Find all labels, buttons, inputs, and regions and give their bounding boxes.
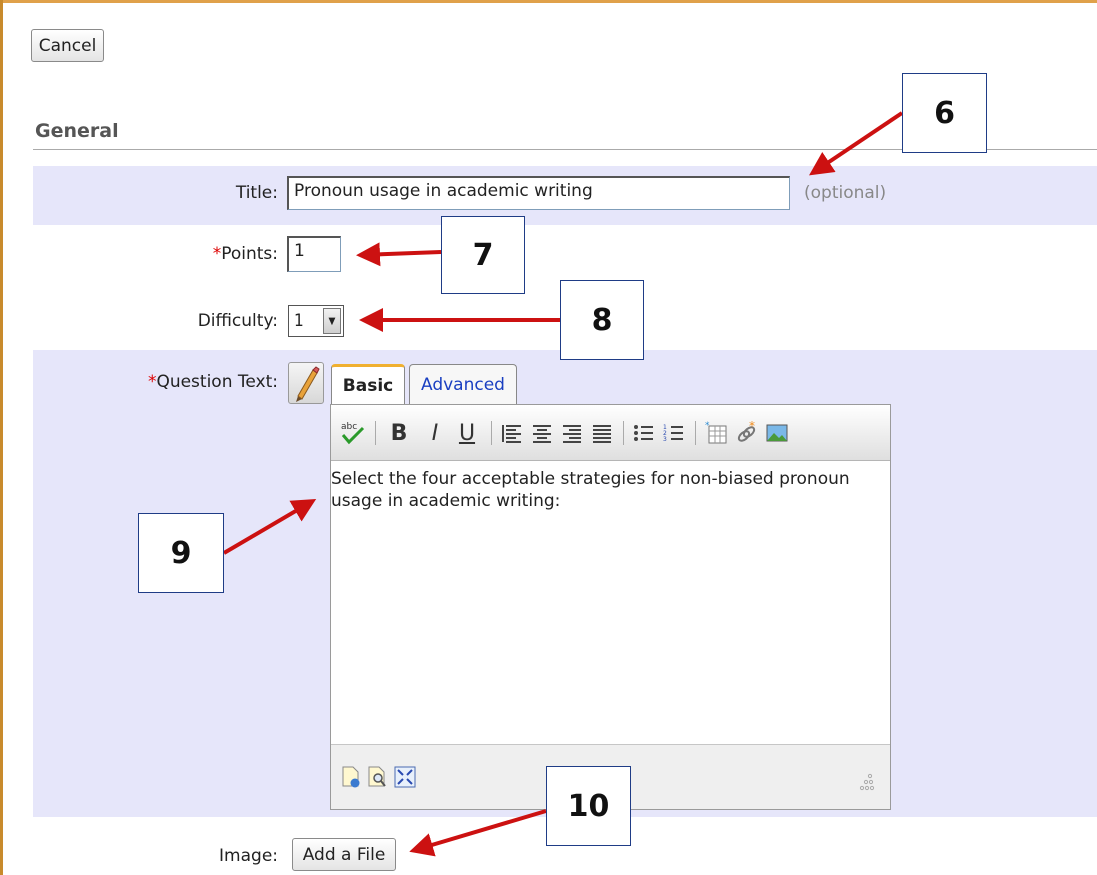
underline-icon[interactable]: U <box>454 419 480 447</box>
add-file-button[interactable]: Add a File <box>292 838 396 871</box>
difficulty-selected-value: 1 <box>294 311 304 331</box>
toolbar-separator <box>491 421 492 445</box>
toolbar-separator <box>695 421 696 445</box>
window-top-border <box>0 0 1097 3</box>
question-text-label: *Question Text: <box>120 372 278 392</box>
toolbar-separator <box>375 421 376 445</box>
bullet-list-icon[interactable] <box>631 419 657 447</box>
question-text-label-text: Question Text: <box>156 372 278 392</box>
spellcheck-icon[interactable]: abc <box>339 419 367 447</box>
editor-content-line: Select the four acceptable strategies fo… <box>331 469 850 489</box>
editor-toolbar: abc B I U 123 * * <box>331 405 890 461</box>
insert-table-icon[interactable]: * <box>703 419 731 447</box>
pencil-icon <box>296 366 320 402</box>
annotation-box-8: 8 <box>560 280 644 360</box>
toolbar-separator <box>623 421 624 445</box>
title-input[interactable]: Pronoun usage in academic writing <box>287 176 790 210</box>
edit-pencil-button[interactable] <box>288 362 324 404</box>
annotation-box-9: 9 <box>138 513 224 593</box>
annotation-arrow-6 <box>809 111 904 176</box>
required-marker: * <box>212 244 222 264</box>
chevron-down-icon[interactable]: ▼ <box>323 308 341 334</box>
insert-link-icon[interactable]: * <box>733 419 761 447</box>
title-label: Title: <box>235 183 278 203</box>
tab-basic[interactable]: Basic <box>331 364 405 404</box>
svg-text:abc: abc <box>341 422 357 432</box>
svg-text:*: * <box>705 421 710 431</box>
annotation-box-6: 6 <box>902 73 987 153</box>
rich-text-editor[interactable]: abc B I U 123 * * Select the four accept… <box>330 404 891 810</box>
bold-icon[interactable]: B <box>386 419 412 447</box>
insert-image-icon[interactable] <box>763 419 791 447</box>
resize-grip-icon[interactable] <box>857 769 877 797</box>
align-right-icon[interactable] <box>559 419 585 447</box>
annotation-arrow-7 <box>356 242 442 267</box>
tab-advanced[interactable]: Advanced <box>409 364 517 404</box>
section-title: General <box>35 120 119 142</box>
editor-content-line: usage in academic writing: <box>331 491 561 511</box>
cancel-button[interactable]: Cancel <box>31 29 104 62</box>
annotation-box-10: 10 <box>546 766 631 846</box>
align-center-icon[interactable] <box>529 419 555 447</box>
preview-icon[interactable] <box>365 763 389 791</box>
numbered-list-icon[interactable]: 123 <box>661 419 687 447</box>
image-label: Image: <box>219 846 278 866</box>
points-label-text: Points: <box>221 244 278 264</box>
svg-text:3: 3 <box>663 436 667 443</box>
difficulty-select[interactable]: 1 ▼ <box>288 305 344 337</box>
window-left-border <box>0 0 3 875</box>
italic-icon[interactable]: I <box>424 419 446 447</box>
align-left-icon[interactable] <box>499 419 525 447</box>
svg-text:*: * <box>749 421 755 433</box>
difficulty-label: Difficulty: <box>197 311 278 331</box>
insert-file-icon[interactable] <box>339 763 363 791</box>
editor-content[interactable]: Select the four acceptable strategies fo… <box>331 468 890 512</box>
annotation-box-7: 7 <box>441 216 525 294</box>
points-input[interactable]: 1 <box>287 236 341 272</box>
title-optional-hint: (optional) <box>804 183 887 203</box>
points-label: *Points: <box>180 244 278 264</box>
align-justify-icon[interactable] <box>589 419 615 447</box>
fullscreen-icon[interactable] <box>393 763 417 791</box>
